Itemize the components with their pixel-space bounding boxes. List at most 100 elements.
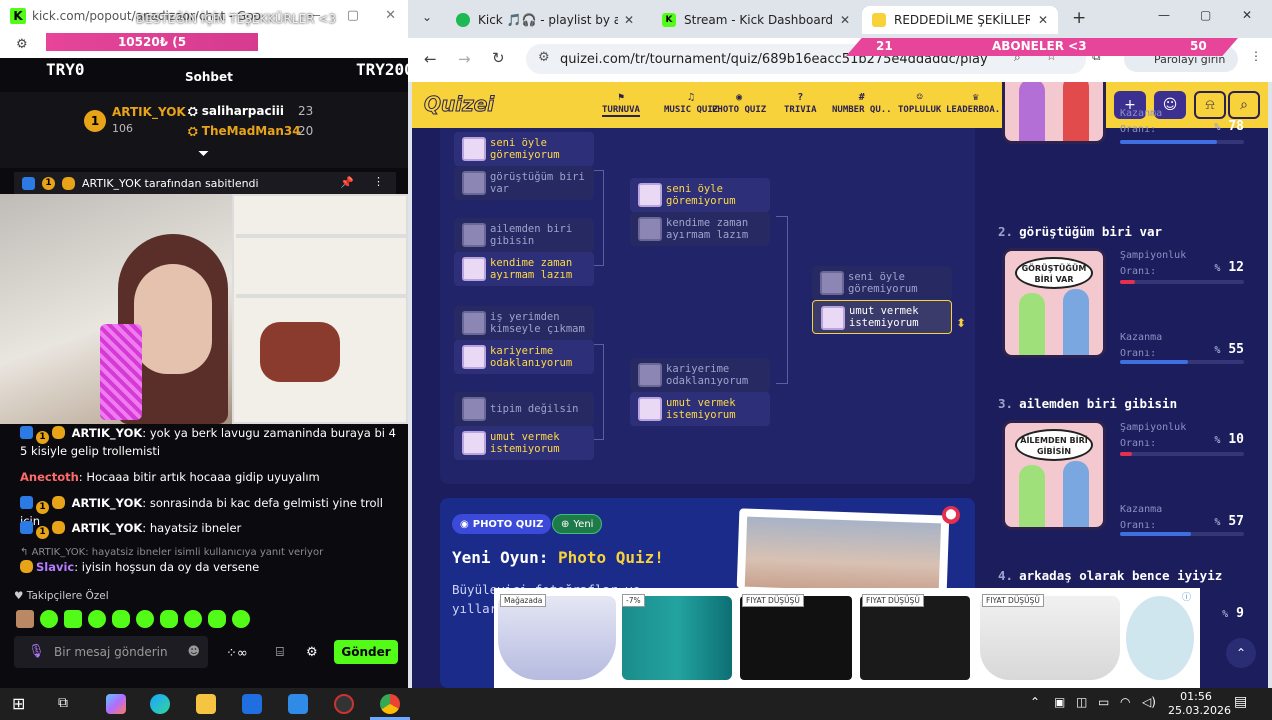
bracket-entry[interactable]: seni öyle göremiyorum bbox=[812, 266, 952, 300]
maximize-icon[interactable]: ▢ bbox=[347, 8, 359, 23]
notifications-icon[interactable]: ⍾ bbox=[1194, 91, 1226, 119]
maximize-icon[interactable]: ▢ bbox=[1200, 8, 1211, 22]
ranking-image[interactable]: AİLEMDEN BİRİ GİBİSİN bbox=[1002, 420, 1106, 530]
emote-icon[interactable] bbox=[208, 610, 226, 628]
bracket-entry[interactable]: kariyerime odaklanıyorum bbox=[454, 340, 594, 374]
bracket-entry[interactable]: seni öyle göremiyorum bbox=[454, 132, 594, 166]
file-explorer-icon[interactable] bbox=[196, 694, 216, 714]
chrome-icon[interactable] bbox=[380, 694, 400, 714]
chat-username[interactable]: ARTIK_YOK bbox=[72, 426, 143, 440]
chat-username[interactable]: ARTIK_YOK bbox=[72, 521, 143, 535]
emote-icon[interactable] bbox=[232, 610, 250, 628]
tab-quizei[interactable]: REDDEDİLME ŞEKİLLERİ (KO ✕ bbox=[862, 6, 1058, 34]
emote-icon[interactable] bbox=[112, 610, 130, 628]
kicks-icon[interactable]: ⁘∞ bbox=[226, 646, 248, 661]
tray-app-icon[interactable]: ◫ bbox=[1076, 695, 1087, 709]
mail-icon[interactable] bbox=[288, 694, 308, 714]
gifter-3-name[interactable]: ⛭ TheMadMan34 bbox=[188, 124, 301, 139]
close-icon[interactable]: ✕ bbox=[385, 8, 396, 23]
clock[interactable]: 01:56 25.03.2026 bbox=[1168, 690, 1231, 718]
expand-chevron-icon[interactable]: ⏷ bbox=[198, 146, 209, 162]
task-view-icon[interactable]: ⧉ bbox=[58, 695, 68, 711]
product-image[interactable] bbox=[980, 596, 1120, 680]
tab-close-icon[interactable]: ✕ bbox=[624, 13, 634, 27]
tab-close-icon[interactable]: ✕ bbox=[840, 13, 850, 27]
nav-item[interactable]: ♛ LEADERBOA.. bbox=[946, 92, 1006, 115]
chat-message-input[interactable]: 🎙 Bir mesaj gönderin ☻ bbox=[14, 636, 208, 668]
wifi-icon[interactable]: ◠ bbox=[1120, 695, 1130, 709]
emoji-icon[interactable]: ☻ bbox=[187, 644, 200, 658]
nav-item[interactable]: # NUMBER QU.. bbox=[832, 92, 892, 115]
chat-username[interactable]: ARTIK_YOK bbox=[72, 496, 143, 510]
product-image[interactable] bbox=[498, 596, 616, 680]
forward-icon[interactable]: → bbox=[458, 50, 471, 68]
nav-item[interactable]: ⚑ TURNUVA bbox=[602, 92, 640, 117]
ranking-image[interactable]: GÖRÜŞTÜĞÜM BİRİ VAR bbox=[1002, 248, 1106, 358]
ad-info-icon[interactable]: ⓘ bbox=[1182, 590, 1191, 603]
nav-item[interactable]: ☺ TOPLULUK bbox=[898, 92, 941, 115]
close-icon[interactable]: ✕ bbox=[1242, 8, 1252, 22]
tab-search-icon[interactable]: ⌄ bbox=[422, 10, 432, 24]
notification-center-icon[interactable]: ▤ bbox=[1234, 694, 1247, 710]
tab-close-icon[interactable]: ✕ bbox=[1038, 13, 1048, 27]
new-tab-icon[interactable]: + bbox=[1072, 8, 1086, 28]
nav-item[interactable]: ♫ MUSIC QUIZ bbox=[664, 92, 718, 115]
copilot-icon[interactable] bbox=[106, 694, 126, 714]
emote-icon[interactable] bbox=[16, 610, 34, 628]
windows-start-icon[interactable]: ⊞ bbox=[12, 694, 25, 713]
volume-icon[interactable]: ◁) bbox=[1142, 695, 1156, 709]
advertisement-banner[interactable]: ⌄ Mağazada -7% FIYAT DÜŞÜŞÜ FIYAT DÜŞÜŞÜ… bbox=[494, 588, 1200, 688]
emote-row[interactable] bbox=[16, 610, 250, 628]
site-info-icon[interactable]: ⚙ bbox=[538, 50, 550, 65]
bracket-entry[interactable]: ailemden biri gibisin bbox=[454, 218, 594, 252]
bracket-entry[interactable]: tipim değilsin bbox=[454, 392, 594, 426]
store-icon[interactable] bbox=[242, 694, 262, 714]
reload-icon[interactable]: ↻ bbox=[492, 49, 505, 67]
tray-app-icon[interactable]: ▣ bbox=[1054, 695, 1065, 709]
search-icon[interactable]: ⌕ bbox=[1228, 91, 1260, 119]
tray-expand-icon[interactable]: ⌃ bbox=[1030, 695, 1040, 709]
chat-username[interactable]: Slavic bbox=[36, 560, 74, 574]
back-icon[interactable]: ← bbox=[424, 50, 437, 68]
menu-icon[interactable]: ⋮ bbox=[1250, 49, 1262, 63]
product-image[interactable] bbox=[860, 596, 970, 680]
chat-username[interactable]: Anectoth bbox=[20, 470, 79, 484]
bracket-entry[interactable]: umut vermek istemiyorum bbox=[812, 300, 952, 334]
emote-icon[interactable] bbox=[64, 610, 82, 628]
bracket-entry[interactable]: iş yerimden kimseyle çıkmam bbox=[454, 306, 594, 340]
bracket-entry[interactable]: umut vermek istemiyorum bbox=[454, 426, 594, 460]
more-options-icon[interactable]: ⋮ bbox=[373, 175, 384, 188]
microphone-icon[interactable]: 🎙 bbox=[28, 644, 45, 659]
emote-icon[interactable] bbox=[40, 610, 58, 628]
bracket-entry[interactable]: kendime zaman ayırmam lazım bbox=[454, 252, 594, 286]
edge-icon[interactable] bbox=[150, 694, 170, 714]
scroll-top-icon[interactable]: ⌃ bbox=[1226, 638, 1256, 668]
battery-icon[interactable]: ▭ bbox=[1098, 695, 1109, 709]
gifter-2-name[interactable]: ⛭ saliharpaciii bbox=[188, 104, 284, 119]
bracket-entry[interactable]: kendime zaman ayırmam lazım bbox=[630, 212, 770, 246]
emote-icon[interactable] bbox=[160, 610, 178, 628]
top-gifter-name[interactable]: ARTIK_YOK bbox=[112, 105, 186, 119]
pin-icon[interactable]: 📌 bbox=[340, 176, 354, 189]
bracket-entry[interactable]: kariyerime odaklanıyorum bbox=[630, 358, 770, 392]
send-button[interactable]: Gönder bbox=[334, 640, 398, 664]
obs-icon[interactable] bbox=[334, 694, 354, 714]
ranking-image[interactable] bbox=[1002, 82, 1106, 144]
emote-icon[interactable] bbox=[184, 610, 202, 628]
pinned-message-bar[interactable]: 1 ARTIK_YOK tarafından sabitlendi 📌 ⋮ bbox=[14, 172, 396, 194]
product-image[interactable] bbox=[740, 596, 852, 680]
quizei-logo[interactable]: Quizei bbox=[423, 92, 494, 117]
chat-settings-icon[interactable]: ⚙ bbox=[306, 645, 318, 660]
emote-icon[interactable] bbox=[136, 610, 154, 628]
site-settings-icon[interactable]: ⚙ bbox=[16, 37, 28, 52]
bracket-entry[interactable]: seni öyle göremiyorum bbox=[630, 178, 770, 212]
gift-icon[interactable]: ⌸ bbox=[276, 645, 284, 660]
emote-icon[interactable] bbox=[88, 610, 106, 628]
bracket-entry[interactable]: umut vermek istemiyorum bbox=[630, 392, 770, 426]
product-image[interactable] bbox=[622, 596, 732, 680]
nav-item[interactable]: ? TRIVIA bbox=[784, 92, 817, 115]
tab-spotify[interactable]: Kick 🎵🎧 - playlist by a.na ✕ bbox=[446, 6, 646, 34]
bracket-entry[interactable]: görüştüğüm biri var bbox=[454, 166, 594, 200]
nav-item[interactable]: ◉ PHOTO QUIZ bbox=[712, 92, 766, 115]
minimize-icon[interactable]: — bbox=[1158, 8, 1170, 22]
